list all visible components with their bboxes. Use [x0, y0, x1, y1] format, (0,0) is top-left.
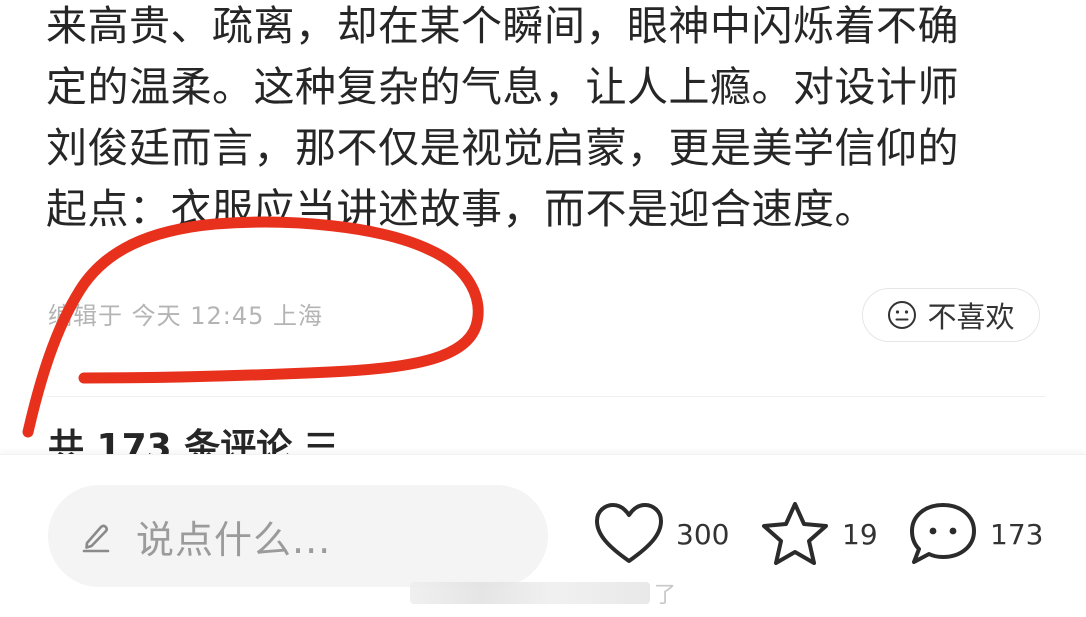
comment-count: 173: [990, 517, 1044, 551]
pencil-icon: [82, 524, 110, 553]
like-button[interactable]: 300: [592, 499, 729, 569]
neutral-face-icon: [888, 301, 917, 329]
article-line: 定的温柔。这种复杂的气息，让人上瘾。对设计师: [46, 63, 959, 111]
edit-timestamp-location: 编辑于 今天 12:45 上海: [48, 302, 324, 330]
speech-bubble-icon: [910, 503, 976, 564]
watermark: 了: [410, 580, 677, 608]
article-body: 来高贵、疏离，却在某个瞬间，眼神中闪烁着不确 定的温柔。这种复杂的气息，让人上瘾…: [46, 0, 1046, 240]
comment-input-placeholder: 说点什么...: [136, 517, 332, 562]
divider: [46, 396, 1046, 397]
heart-icon: [595, 503, 663, 563]
comment-button[interactable]: 173: [906, 499, 1043, 569]
watermark-text: 了: [654, 583, 677, 608]
article-line: 来高贵、疏离，却在某个瞬间，眼神中闪烁着不确: [46, 2, 959, 50]
favorite-count: 19: [842, 517, 878, 551]
comments-count-header[interactable]: 共 173 条评论 ☰: [48, 422, 337, 454]
article-line: 起点：衣服应当讲述故事，而不是迎合速度。: [46, 185, 876, 233]
blurred-watermark-text: [410, 582, 650, 604]
dislike-label: 不喜欢: [927, 300, 1015, 334]
favorite-button[interactable]: 19: [758, 499, 878, 569]
post-detail-screen: 来高贵、疏离，却在某个瞬间，眼神中闪烁着不确 定的温柔。这种复杂的气息，让人上瘾…: [0, 0, 1086, 617]
article-line: 刘俊廷而言，那不仅是视觉启蒙，更是美学信仰的: [46, 124, 959, 172]
dislike-button[interactable]: 不喜欢: [862, 288, 1040, 342]
star-icon: [762, 502, 828, 565]
like-count: 300: [676, 517, 730, 551]
comment-input[interactable]: 说点什么...: [48, 485, 548, 587]
